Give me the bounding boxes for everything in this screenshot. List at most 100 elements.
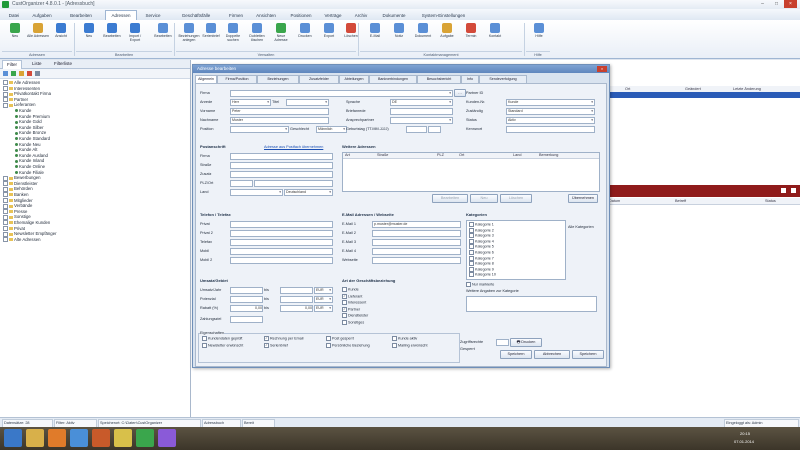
checkbox-icon[interactable]: [469, 272, 474, 278]
tree-item[interactable]: Partner: [3, 97, 28, 103]
input-plz[interactable]: [230, 180, 253, 187]
input-briefanrede[interactable]: [390, 108, 453, 115]
kategorien-list[interactable]: Kategorie 1 Kategorie 2 Kategorie 3 Kategor…: [466, 220, 566, 280]
settings-icon[interactable]: [35, 71, 40, 76]
tab-filterliste[interactable]: Filterliste: [50, 60, 76, 68]
expand-icon[interactable]: [3, 214, 8, 220]
input-mobil2[interactable]: [230, 257, 333, 264]
expand-icon[interactable]: [3, 186, 8, 192]
checkbox-icon[interactable]: [469, 255, 474, 261]
input-tel-privat2[interactable]: [230, 230, 333, 237]
column-betreff[interactable]: Betreff: [675, 198, 686, 204]
col-bemerkung[interactable]: Bemerkung: [539, 153, 558, 158]
ribbon-button-1[interactable]: Alle Adressen: [27, 23, 49, 49]
tree-item[interactable]: Kunde Standard: [15, 136, 50, 141]
input-potenzial-von[interactable]: [230, 296, 263, 303]
weitere-neu-button[interactable]: Neu: [470, 194, 498, 203]
tree-item[interactable]: Kunde Neu: [15, 142, 41, 147]
ribbon-button-17[interactable]: Dokument: [412, 23, 434, 49]
column-status[interactable]: Status: [765, 198, 776, 204]
input-geburtstag-tag[interactable]: [406, 126, 427, 133]
pin-icon[interactable]: [781, 188, 786, 193]
link-adresse-uebernehmen[interactable]: Adresse aus Postfach übernehmen: [264, 144, 323, 150]
dialog-close-button[interactable]: ×: [597, 66, 607, 72]
ribbon-button-2[interactable]: Ansicht: [50, 23, 72, 49]
office-icon[interactable]: [92, 429, 110, 447]
checkbox-icon[interactable]: [469, 233, 474, 239]
checkbox-icon[interactable]: [469, 266, 474, 272]
input-firma[interactable]: [230, 90, 453, 97]
ribbon-button-11[interactable]: Neue Adresse: [270, 23, 292, 49]
ribbon-button-6[interactable]: Bearbeiten: [152, 23, 174, 49]
geschaeft-option[interactable]: ✓ Partner: [342, 306, 360, 312]
minimize-button[interactable]: –: [756, 0, 769, 8]
col-plz[interactable]: PLZ: [437, 153, 444, 158]
input-email3[interactable]: [372, 239, 461, 246]
input-rabatt[interactable]: 0,00: [230, 305, 263, 312]
weitere-loeschen-button[interactable]: Löschen: [500, 194, 532, 203]
checkbox-icon[interactable]: [326, 343, 331, 348]
input-kennwort[interactable]: [506, 126, 595, 133]
ribbon-button-9[interactable]: Doppelte suchen: [222, 23, 244, 49]
tree-item[interactable]: Verbände: [3, 203, 32, 209]
select-waehrung-1[interactable]: EUR: [314, 287, 333, 294]
ribbon-button-15[interactable]: E-Mail: [364, 23, 386, 49]
tree-item[interactable]: Banken: [3, 192, 29, 198]
tree-item[interactable]: Privat: [3, 226, 25, 231]
input-strasse[interactable]: [230, 162, 333, 169]
checkbox-icon[interactable]: [469, 250, 474, 255]
firma-lookup-button[interactable]: …: [454, 89, 466, 97]
ribbon-button-16[interactable]: Notiz: [388, 23, 410, 49]
weitere-bearbeiten-button[interactable]: Bearbeiten: [432, 194, 468, 203]
input-umsatz-bis[interactable]: [280, 287, 313, 294]
input-vorname[interactable]: Peter: [230, 108, 329, 115]
check-nur-markierte[interactable]: Nur markierte: [466, 282, 494, 287]
checkbox-icon[interactable]: ✓: [342, 306, 347, 312]
close-panel-icon[interactable]: [791, 188, 796, 193]
tree-item[interactable]: Kunde: [15, 108, 31, 113]
col-land[interactable]: Land: [513, 153, 521, 158]
select-ansprechpartner[interactable]: [390, 117, 453, 124]
eigenschaft-option[interactable]: Kunde aktiv: [392, 336, 417, 341]
ribbon-button-5[interactable]: Import / Export: [124, 23, 146, 49]
eigenschaft-option[interactable]: Newsletter erwünscht: [202, 343, 243, 348]
geschaeft-option[interactable]: Dienstleister: [342, 313, 368, 318]
ribbon-button-20[interactable]: Kontakt: [484, 23, 506, 49]
start-icon[interactable]: [4, 429, 22, 447]
checkbox-icon[interactable]: [392, 343, 397, 348]
tray-clock[interactable]: 20:15: [740, 431, 750, 436]
input-zugriffsrechte[interactable]: [496, 339, 509, 346]
input-potenzial-bis[interactable]: [280, 296, 313, 303]
tree-item[interactable]: Mitglieder: [3, 198, 33, 203]
save-button-2[interactable]: Speichern: [572, 350, 604, 359]
dialog-tab-allgemein[interactable]: Allgemein: [195, 75, 217, 83]
expand-icon[interactable]: [3, 237, 8, 243]
weitere-uebernehmen-button[interactable]: Übernehmen: [568, 194, 598, 203]
input-webseite[interactable]: [372, 257, 461, 264]
geschaeft-option[interactable]: Sonstiges: [342, 319, 364, 325]
print-button[interactable]: 🖶 Drucken: [510, 338, 542, 347]
input-email4[interactable]: [372, 248, 461, 255]
explorer-icon[interactable]: [26, 429, 44, 447]
expand-icon[interactable]: [3, 102, 8, 108]
eigenschaft-option[interactable]: ✓ Serienbrief: [264, 343, 288, 348]
refresh-icon[interactable]: [3, 71, 8, 76]
select-land[interactable]: Deutschland: [284, 189, 333, 196]
checkbox-icon[interactable]: ✓: [342, 293, 347, 299]
checkbox-icon[interactable]: [469, 244, 474, 250]
tree-item[interactable]: Newsletter Empfänger: [3, 231, 57, 237]
browser-icon[interactable]: [48, 429, 66, 447]
input-geburtstag-monat[interactable]: [428, 126, 441, 133]
close-button[interactable]: ×: [784, 0, 797, 8]
eigenschaft-option[interactable]: Kundendaten geprüft: [202, 336, 242, 341]
tray-date[interactable]: 07.01.2014: [734, 439, 754, 444]
input-nachname[interactable]: Muster: [230, 117, 329, 124]
expand-icon[interactable]: [3, 231, 8, 237]
ribbon-button-4[interactable]: Bearbeiten: [101, 23, 123, 49]
app-icon[interactable]: [114, 429, 132, 447]
tree-item[interactable]: Presse: [3, 209, 27, 215]
input-mobil[interactable]: [230, 248, 333, 255]
geschaeft-option[interactable]: ✓ Lieferant: [342, 293, 362, 299]
ribbon-button-7[interactable]: Beziehungen anlegen: [178, 23, 200, 49]
input-kategorie-notiz[interactable]: [466, 296, 597, 312]
